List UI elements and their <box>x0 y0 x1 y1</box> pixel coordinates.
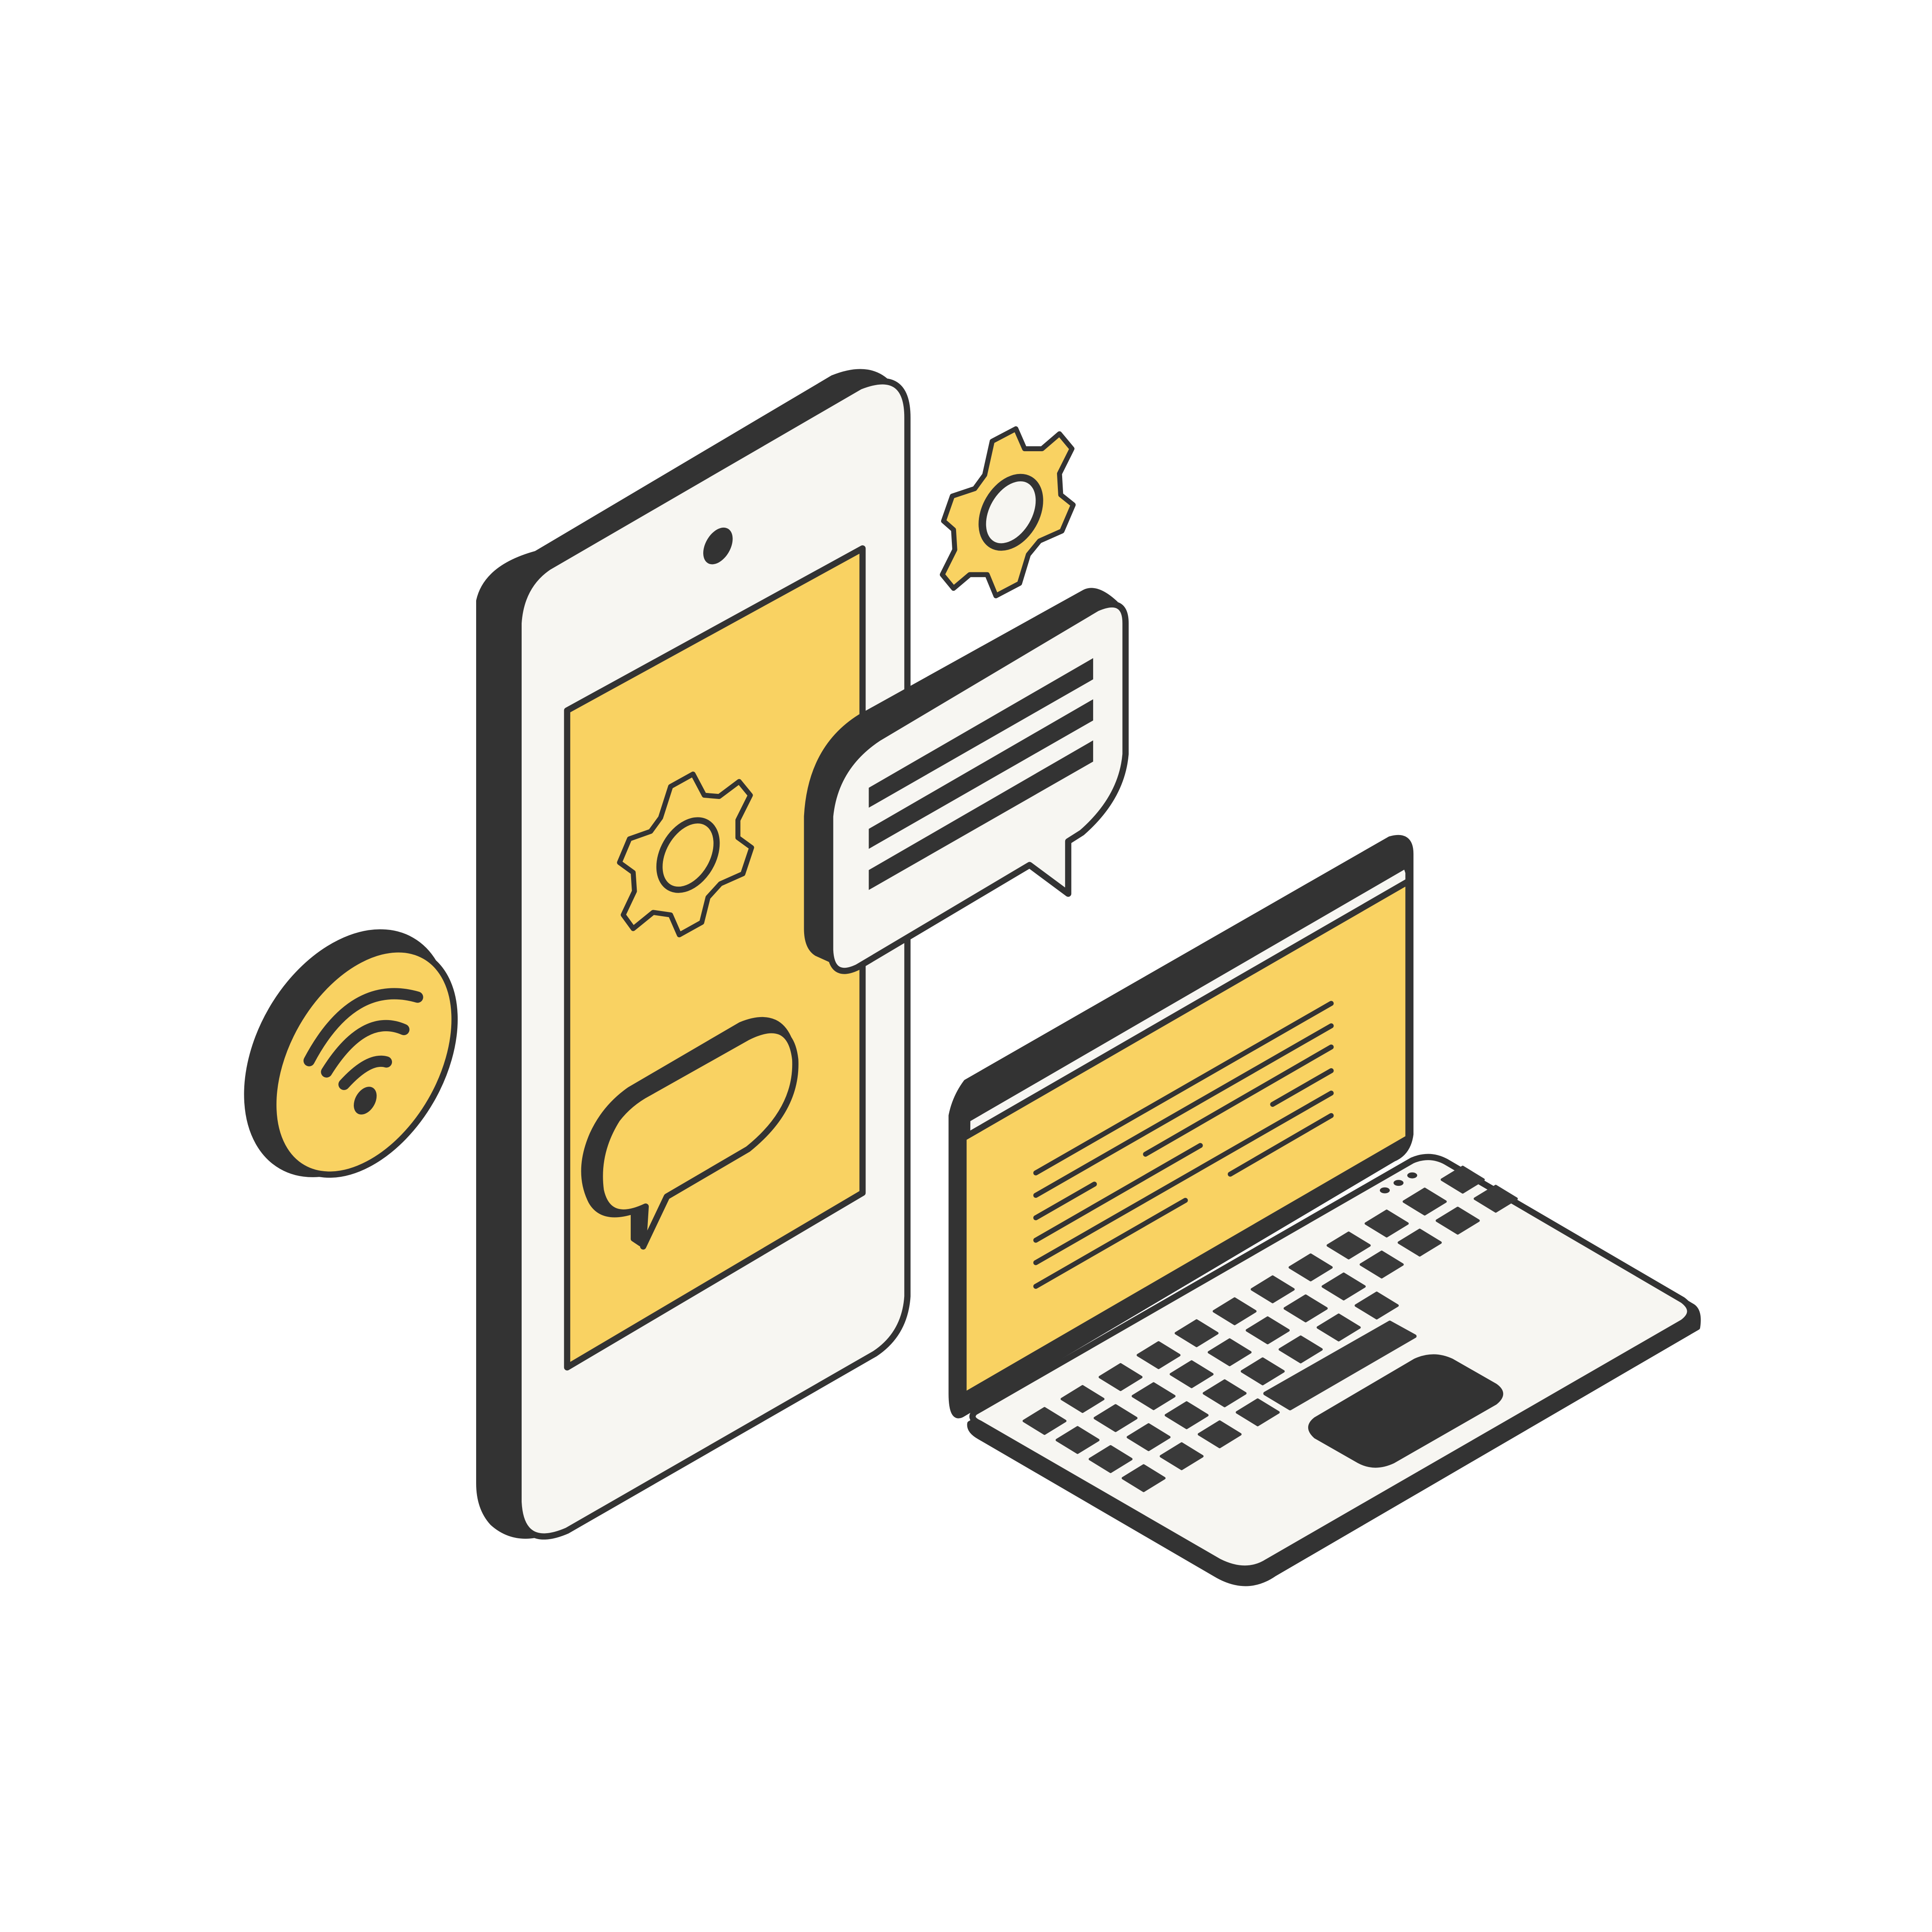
floating-gear-icon <box>940 426 1076 598</box>
wifi-coin <box>244 929 458 1178</box>
laptop <box>948 835 1701 1586</box>
isometric-devices-illustration <box>0 0 1932 1932</box>
